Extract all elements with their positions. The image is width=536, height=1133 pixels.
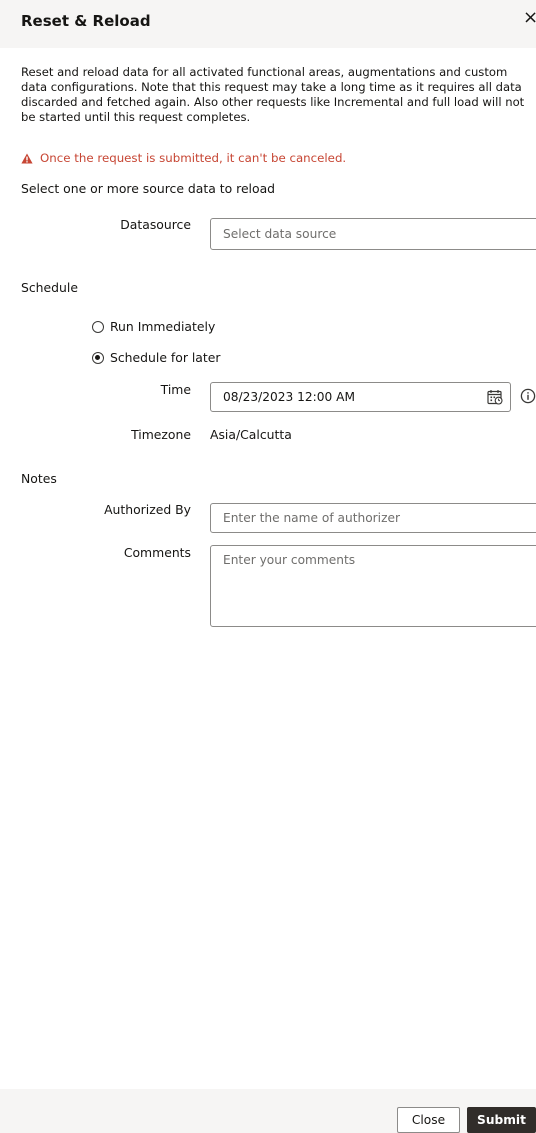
dialog-title: Reset & Reload — [21, 12, 151, 30]
authorized-by-label: Authorized By — [104, 502, 191, 517]
datasource-label: Datasource — [120, 217, 191, 232]
dialog-description: Reset and reload data for all activated … — [21, 65, 525, 124]
close-icon[interactable]: × — [523, 8, 536, 28]
timezone-label: Timezone — [131, 427, 191, 442]
radio-checked-icon — [92, 351, 104, 364]
warning-text: Once the request is submitted, it can't … — [40, 151, 347, 165]
radio-unchecked-icon — [92, 320, 104, 333]
close-button[interactable]: Close — [397, 1107, 460, 1133]
comments-placeholder: Enter your comments — [223, 553, 356, 567]
calendar-icon[interactable] — [487, 389, 503, 405]
notes-heading: Notes — [21, 471, 57, 486]
radio-schedule-later-label: Schedule for later — [110, 350, 221, 365]
warning-message: Once the request is submitted, it can't … — [21, 151, 346, 165]
time-label: Time — [160, 382, 191, 397]
timezone-value: Asia/Calcutta — [210, 427, 292, 442]
authorized-by-input[interactable]: Enter the name of authorizer — [210, 503, 536, 533]
comments-label: Comments — [123, 545, 191, 560]
dialog-header: Reset & Reload × — [0, 0, 536, 48]
radio-run-immediately-label: Run Immediately — [110, 319, 216, 334]
time-input[interactable]: 08/23/2023 12:00 AM — [210, 382, 511, 412]
authorized-by-placeholder: Enter the name of authorizer — [223, 511, 400, 525]
schedule-heading: Schedule — [21, 280, 78, 295]
time-value: 08/23/2023 12:00 AM — [223, 390, 355, 404]
datasource-placeholder: Select data source — [223, 227, 337, 241]
submit-button[interactable]: Submit — [467, 1107, 536, 1133]
datasource-select[interactable]: Select data source — [210, 218, 536, 250]
source-heading: Select one or more source data to reload — [21, 181, 276, 196]
warning-triangle-icon — [21, 153, 33, 163]
radio-schedule-later[interactable]: Schedule for later — [92, 350, 220, 365]
comments-textarea[interactable]: Enter your comments — [210, 545, 536, 627]
radio-run-immediately[interactable]: Run Immediately — [92, 319, 215, 334]
reset-reload-dialog: Reset & Reload × Reset and reload data f… — [0, 0, 536, 1133]
info-icon[interactable] — [520, 388, 536, 404]
